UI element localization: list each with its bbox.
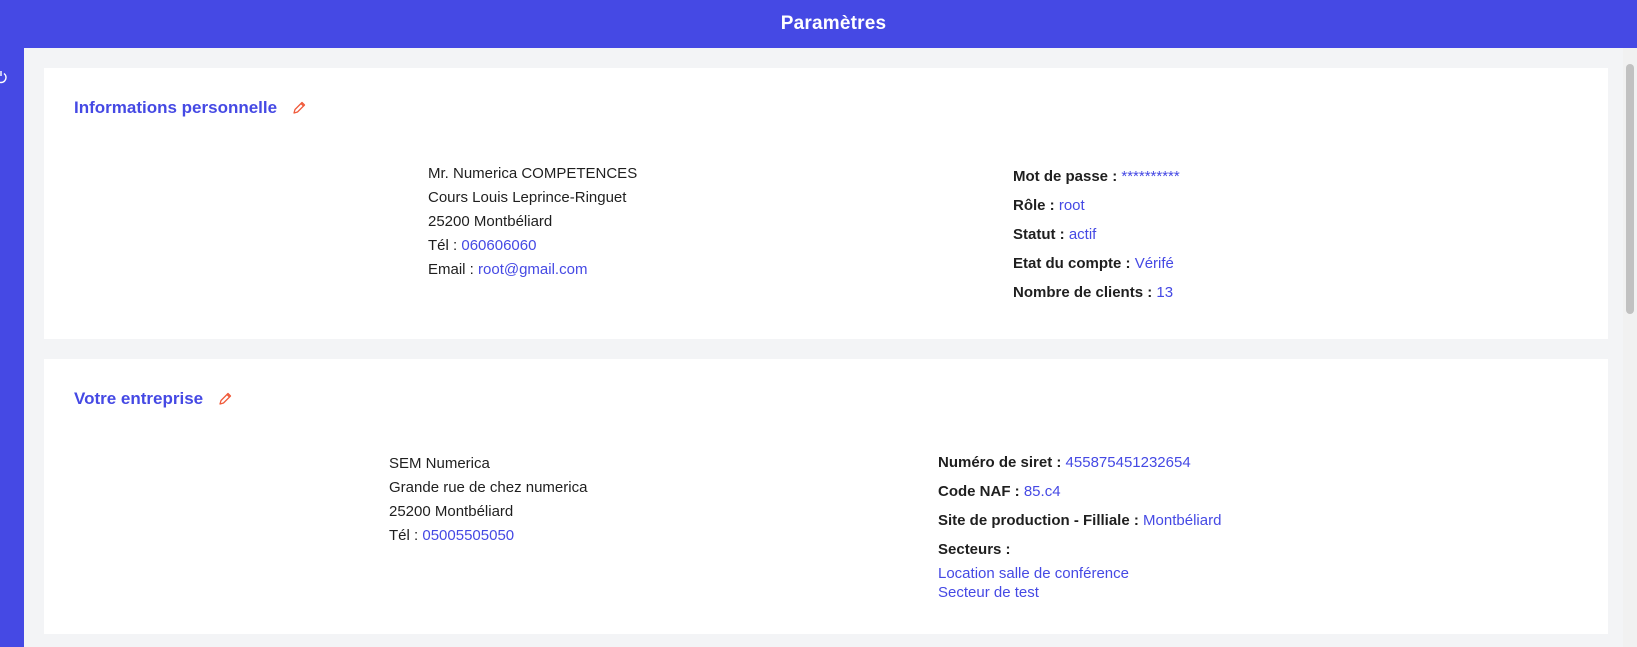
personal-city: 25200 Montbéliard (428, 213, 553, 230)
phone-label: Tél : (428, 237, 458, 254)
company-city: 25200 Montbéliard (389, 503, 514, 520)
personal-info-title: Informations personnelle (74, 98, 278, 117)
personal-name: Mr. Numerica COMPETENCES (428, 165, 638, 182)
account-state-row: Etat du compte : Vérifé (1013, 249, 1180, 278)
scrollbar[interactable] (1623, 48, 1637, 647)
password-value: ********** (1121, 168, 1180, 185)
sectors-label: Secteurs : (938, 541, 1011, 558)
email-label: Email : (428, 261, 474, 278)
role-value: root (1058, 197, 1085, 214)
client-count-value: 13 (1156, 284, 1174, 301)
role-label: Rôle : (1013, 197, 1055, 214)
page-title: Paramètres (780, 13, 887, 34)
sector-item: Secteur de test (938, 584, 1039, 601)
company-card: Votre entreprise SEM Numerica Grande rue… (44, 359, 1608, 634)
company-phone-label: Tél : (389, 527, 419, 544)
siret-row: Numéro de siret : 455875451232654 (938, 448, 1221, 477)
company-phone-row: Tél : 05005505050 (389, 524, 587, 548)
site-row: Site de production - Filliale : Montbéli… (938, 506, 1221, 535)
status-value: actif (1068, 226, 1097, 243)
company-street: Grande rue de chez numerica (389, 479, 588, 496)
sector-item: Location salle de conférence (938, 565, 1129, 582)
naf-value: 85.c4 (1023, 483, 1061, 500)
personal-street: Cours Louis Leprince-Ringuet (428, 189, 627, 206)
company-address-block: SEM Numerica Grande rue de chez numerica… (389, 452, 587, 548)
scrollbar-thumb[interactable] (1626, 64, 1634, 314)
company-details-block: Numéro de siret : 455875451232654 Code N… (938, 448, 1221, 602)
password-row: Mot de passe : ********** (1013, 162, 1180, 191)
site-label: Site de production - Filliale : (938, 512, 1139, 529)
company-phone-value: 05005505050 (422, 527, 515, 544)
status-row: Statut : actif (1013, 220, 1180, 249)
company-name: SEM Numerica (389, 455, 490, 472)
personal-info-header: Informations personnelle (74, 98, 307, 118)
company-header: Votre entreprise (74, 389, 233, 409)
top-bar: Paramètres (0, 0, 1637, 48)
pencil-icon[interactable] (217, 391, 233, 407)
account-state-value: Vérifé (1134, 255, 1174, 272)
personal-account-block: Mot de passe : ********** Rôle : root St… (1013, 162, 1180, 307)
personal-phone-row: Tél : 060606060 (428, 234, 637, 258)
site-value: Montbéliard (1143, 512, 1222, 529)
power-icon[interactable] (0, 70, 8, 84)
naf-row: Code NAF : 85.c4 (938, 477, 1221, 506)
account-state-label: Etat du compte : (1013, 255, 1131, 272)
pencil-icon[interactable] (291, 100, 307, 116)
naf-label: Code NAF : (938, 483, 1020, 500)
role-row: Rôle : root (1013, 191, 1180, 220)
email-value: root@gmail.com (478, 261, 588, 278)
personal-info-card: Informations personnelle Mr. Numerica CO… (44, 68, 1608, 339)
client-count-row: Nombre de clients : 13 (1013, 278, 1180, 307)
status-label: Statut : (1013, 226, 1065, 243)
company-title: Votre entreprise (74, 389, 204, 408)
siret-label: Numéro de siret : (938, 454, 1062, 471)
sectors-row: Secteurs : (938, 535, 1221, 564)
sidebar (0, 48, 24, 647)
personal-email-row: Email : root@gmail.com (428, 258, 637, 282)
siret-value: 455875451232654 (1065, 454, 1191, 471)
password-label: Mot de passe : (1013, 168, 1118, 185)
personal-address-block: Mr. Numerica COMPETENCES Cours Louis Lep… (428, 162, 637, 282)
client-count-label: Nombre de clients : (1013, 284, 1153, 301)
phone-value: 060606060 (461, 237, 537, 254)
